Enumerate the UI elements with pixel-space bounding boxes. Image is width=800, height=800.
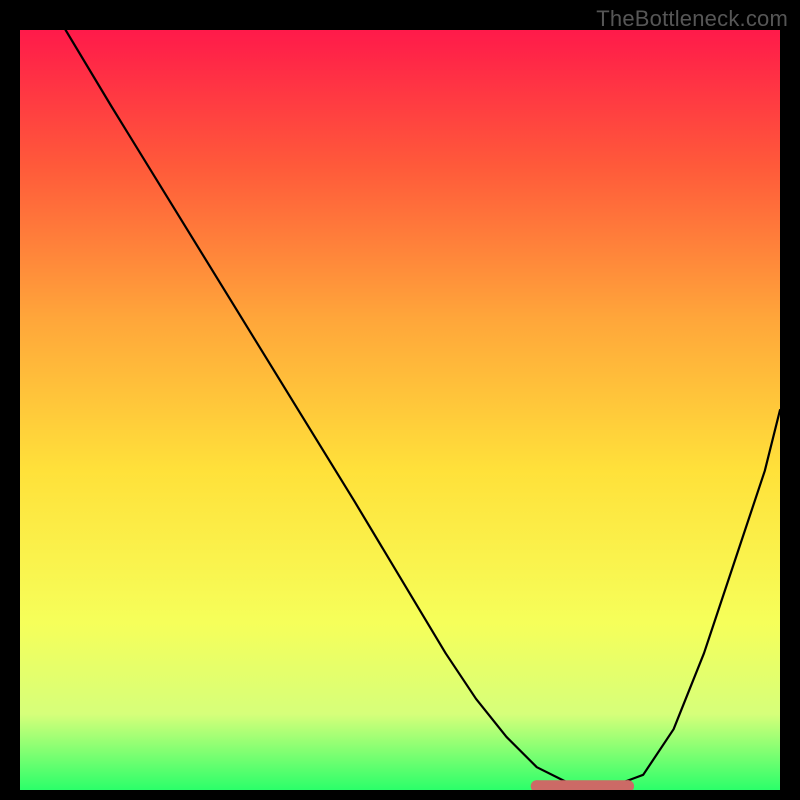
- chart-svg: [20, 30, 780, 790]
- chart-frame: TheBottleneck.com: [0, 0, 800, 800]
- watermark-text: TheBottleneck.com: [596, 6, 788, 32]
- chart-plot-area: [20, 30, 780, 790]
